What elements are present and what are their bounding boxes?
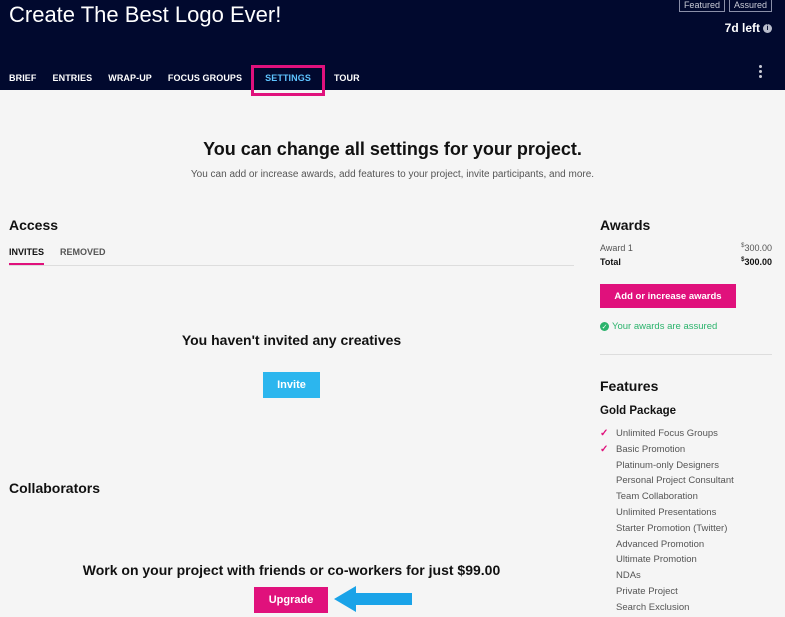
feature-label: NDAs xyxy=(616,570,641,582)
feature-label: Basic Promotion xyxy=(616,443,686,455)
settings-heading: You can change all settings for your pro… xyxy=(203,139,582,159)
package-title: Gold Package xyxy=(600,405,677,417)
feature-label: Platinum-only Designers xyxy=(616,459,719,471)
project-header: Create The Best Logo Ever! Featured Assu… xyxy=(0,0,785,96)
left-arrow-icon xyxy=(334,586,412,612)
award-label: Award 1 xyxy=(600,243,633,253)
checkmark-icon: ✓ xyxy=(600,443,609,455)
project-nav: BRIEF ENTRIES WRAP-UP FOCUS GROUPS SETTI… xyxy=(0,65,368,96)
tab-removed[interactable]: REMOVED xyxy=(60,247,106,265)
feature-label: Search Exclusion xyxy=(616,601,690,613)
tab-brief[interactable]: BRIEF xyxy=(0,68,45,93)
upgrade-button[interactable]: Upgrade xyxy=(254,587,328,613)
assured-badge: Assured xyxy=(728,0,772,12)
tab-settings[interactable]: SETTINGS xyxy=(251,65,325,96)
award-amount: $300.00 xyxy=(741,243,772,253)
assured-text: Your awards are assured xyxy=(612,321,718,332)
divider xyxy=(600,354,772,355)
feature-item: Personal Project Consultant xyxy=(600,474,772,490)
feature-label: Team Collaboration xyxy=(616,491,698,503)
project-badges: Featured Assured xyxy=(678,0,772,12)
feature-item: ✓ Unlimited Focus Groups xyxy=(600,427,772,443)
feature-item: Private Project xyxy=(600,585,772,601)
access-title: Access xyxy=(9,217,59,233)
no-invites-message: You haven't invited any creatives xyxy=(181,332,402,348)
feature-label: Personal Project Consultant xyxy=(616,475,734,487)
feature-item: Search Exclusion xyxy=(600,601,772,617)
access-tabs: INVITES REMOVED xyxy=(9,247,574,266)
invite-button[interactable]: Invite xyxy=(263,372,320,398)
check-circle-icon: ✓ xyxy=(600,322,609,331)
kebab-menu-icon[interactable] xyxy=(759,65,763,78)
feature-label: Advanced Promotion xyxy=(616,538,705,550)
total-row: Total $300.00 xyxy=(600,257,772,267)
access-section: Access INVITES REMOVED You haven't invit… xyxy=(9,217,574,613)
total-label: Total xyxy=(600,257,621,267)
feature-label: Ultimate Promotion xyxy=(616,554,697,566)
collaborators-title: Collaborators xyxy=(9,480,101,496)
feature-item: NDAs xyxy=(600,569,772,585)
feature-item: ✓ Basic Promotion xyxy=(600,443,772,459)
days-left: 7d left i xyxy=(725,21,772,35)
feature-item: Team Collaboration xyxy=(600,490,772,506)
featured-badge: Featured xyxy=(678,0,725,12)
feature-label: Unlimited Focus Groups xyxy=(616,428,718,439)
checkmark-icon: ✓ xyxy=(600,428,609,439)
awards-assured: ✓ Your awards are assured xyxy=(600,321,717,332)
add-awards-button[interactable]: Add or increase awards xyxy=(600,284,736,308)
upgrade-message: Work on your project with friends or co-… xyxy=(82,562,501,578)
days-left-label: 7d left xyxy=(724,21,760,35)
tab-wrap-up[interactable]: WRAP-UP xyxy=(100,68,160,93)
tab-focus-groups[interactable]: FOCUS GROUPS xyxy=(160,68,250,93)
award-row: Award 1 $300.00 xyxy=(600,243,772,253)
tab-entries[interactable]: ENTRIES xyxy=(45,68,101,93)
sidebar: Awards Award 1 $300.00 Total $300.00 Add… xyxy=(600,217,772,613)
total-amount: $300.00 xyxy=(741,257,772,267)
info-icon[interactable]: i xyxy=(763,23,772,33)
feature-label: Unlimited Presentations xyxy=(616,506,717,518)
settings-subheading: You can add or increase awards, add feat… xyxy=(190,169,595,180)
feature-item: Advanced Promotion xyxy=(600,538,772,554)
awards-table: Award 1 $300.00 Total $300.00 xyxy=(600,243,772,267)
feature-label: Starter Promotion (Twitter) xyxy=(616,522,728,534)
features-list: ✓ Unlimited Focus Groups ✓ Basic Promotion P… xyxy=(600,427,772,617)
tab-invites[interactable]: INVITES xyxy=(9,247,45,265)
feature-label: Private Project xyxy=(616,585,678,597)
awards-title: Awards xyxy=(600,217,651,233)
feature-item: Ultimate Promotion xyxy=(600,553,772,569)
feature-item: Platinum-only Designers xyxy=(600,459,772,475)
feature-item: Unlimited Presentations xyxy=(600,506,772,522)
feature-item: Starter Promotion (Twitter) xyxy=(600,522,772,538)
features-title: Features xyxy=(600,378,659,394)
project-title: Create The Best Logo Ever! xyxy=(9,2,282,27)
tab-tour[interactable]: TOUR xyxy=(326,68,368,93)
